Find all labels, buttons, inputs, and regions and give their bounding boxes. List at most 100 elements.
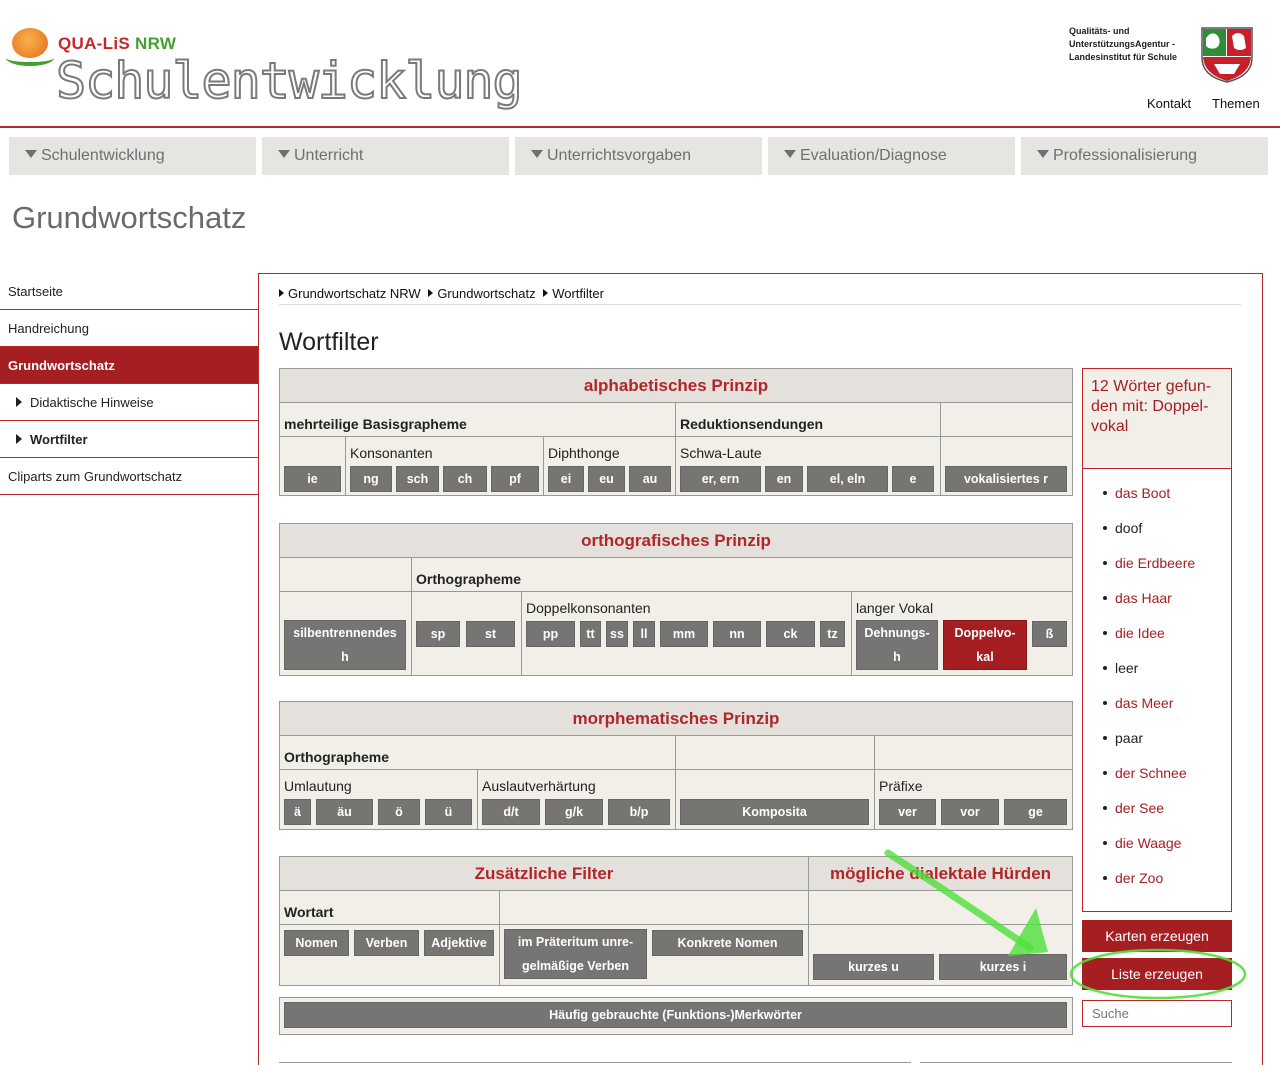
filter-button-nomen[interactable]: Nomen (284, 930, 349, 956)
filter-button-oe[interactable]: ö (378, 799, 420, 825)
filter-button-au[interactable]: au (629, 466, 671, 492)
chevron-down-icon (278, 150, 290, 158)
sidebar-item-wortfilter[interactable]: Wortfilter (0, 421, 258, 458)
sidebar-item-startseite[interactable]: Startseite (0, 273, 258, 310)
filter-button-el-eln[interactable]: el, eln (807, 466, 888, 492)
filter-button-tz[interactable]: tz (820, 621, 845, 647)
bullet-icon (1103, 666, 1107, 670)
bullet-icon (1103, 736, 1107, 740)
filter-button-adjektive[interactable]: Adjektive (424, 930, 494, 956)
wortart-heading: Wortart (284, 904, 334, 920)
result-word-link[interactable]: die Idee (1103, 625, 1165, 641)
filter-button-vor[interactable]: vor (941, 799, 999, 825)
filter-button-ck[interactable]: ck (766, 621, 815, 647)
filter-button-sp[interactable]: sp (416, 621, 460, 647)
filter-button-mm[interactable]: mm (660, 621, 708, 647)
filter-button-komposita[interactable]: Komposita (680, 799, 869, 825)
logo-swoosh-icon (6, 50, 54, 66)
karten-erzeugen-button[interactable]: Karten erzeugen (1082, 920, 1232, 952)
result-word: paar (1103, 730, 1143, 746)
result-count: 12 Wörter gefun-den mit: Doppel-vokal (1083, 369, 1231, 469)
menu-evaluation-diagnose[interactable]: Evaluation/Diagnose (768, 137, 1015, 175)
filter-button-kurzes-i[interactable]: kurzes i (939, 954, 1067, 980)
filter-button-dehnungs-h[interactable]: Dehnungs-h (856, 620, 938, 670)
filter-button-konkrete-nomen[interactable]: Konkrete Nomen (652, 930, 803, 956)
menu-unterrichtsvorgaben[interactable]: Unterrichtsvorgaben (515, 137, 762, 175)
filter-button-tt[interactable]: tt (580, 621, 601, 647)
filter-button-vokalisiertes-r[interactable]: vokalisiertes r (945, 466, 1067, 492)
filter-button-ge[interactable]: ge (1004, 799, 1067, 825)
filter-button-merkwoerter[interactable]: Häufig gebrauchte (Funktions-)Merkwörter (284, 1002, 1067, 1028)
filter-button-ss[interactable]: ss (606, 621, 628, 647)
chevron-right-icon (16, 434, 22, 444)
result-word: doof (1103, 520, 1142, 536)
result-word-link[interactable]: das Haar (1103, 590, 1172, 606)
filter-button-ie[interactable]: ie (284, 466, 341, 492)
filter-button-en[interactable]: en (765, 466, 803, 492)
filter-button-d-t[interactable]: d/t (482, 799, 540, 825)
liste-erzeugen-button[interactable]: Liste erzeugen (1082, 958, 1232, 990)
filter-button-ue[interactable]: ü (425, 799, 472, 825)
menu-unterricht[interactable]: Unterricht (262, 137, 509, 175)
bullet-icon (1103, 561, 1107, 565)
breadcrumb-link[interactable]: Grundwortschatz NRW (288, 286, 421, 301)
result-word-link[interactable]: die Erdbeere (1103, 555, 1195, 571)
filter-button-ae[interactable]: ä (284, 799, 311, 825)
menu-professionalisierung[interactable]: Professionalisierung (1021, 137, 1268, 175)
filter-button-pf[interactable]: pf (491, 466, 539, 492)
sidebar-item-didaktische-hinweise[interactable]: Didaktische Hinweise (0, 384, 258, 421)
site-title[interactable]: Schulentwicklung (55, 51, 524, 111)
nav-themen-link[interactable]: Themen (1212, 96, 1260, 111)
filter-button-kurzes-u[interactable]: kurzes u (813, 954, 934, 980)
sidebar-item-cliparts[interactable]: Cliparts zum Grundwortschatz (0, 458, 258, 495)
filter-button-verben[interactable]: Verben (354, 930, 419, 956)
breadcrumb-link[interactable]: Grundwortschatz (437, 286, 535, 301)
filter-button-st[interactable]: st (466, 621, 515, 647)
filter-button-b-p[interactable]: b/p (608, 799, 670, 825)
filter-button-doppelvokal[interactable]: Doppelvo-kal (943, 620, 1027, 670)
orthographeme-heading: Orthographeme (416, 571, 522, 587)
filter-button-sz[interactable]: ß (1032, 621, 1067, 647)
bullet-icon (1103, 771, 1107, 775)
filter-button-ng[interactable]: ng (350, 466, 392, 492)
breadcrumb-divider (279, 304, 1241, 305)
result-word-link[interactable]: die Waage (1103, 835, 1181, 851)
filter-button-g-k[interactable]: g/k (545, 799, 603, 825)
divider (345, 436, 346, 496)
filter-button-praeteritum[interactable]: im Präteritum unre-gelmäßige Verben (504, 929, 647, 979)
search-input[interactable] (1082, 1000, 1232, 1027)
filter-button-pp[interactable]: pp (526, 621, 575, 647)
filter-button-sch[interactable]: sch (396, 466, 439, 492)
filter-button-silbentrennendes-h[interactable]: silbentrennendes h (284, 620, 406, 670)
result-word-link[interactable]: der Zoo (1103, 870, 1163, 886)
alphabetisch-heading: alphabetisches Prinzip (279, 368, 1073, 403)
filter-button-ll[interactable]: ll (633, 621, 655, 647)
logo-text[interactable]: QUA-LiS NRW (58, 34, 176, 54)
chevron-down-icon (25, 150, 37, 158)
filter-button-e[interactable]: e (892, 466, 934, 492)
divider (808, 924, 1073, 925)
page-title: Grundwortschatz (12, 200, 247, 235)
filter-button-ch[interactable]: ch (443, 466, 487, 492)
konsonanten-label: Konsonanten (350, 445, 433, 461)
sidebar-item-handreichung[interactable]: Handreichung (0, 310, 258, 347)
filter-button-er-ern[interactable]: er, ern (680, 466, 761, 492)
agency-name: Qualitäts- und UnterstützungsAgentur - L… (1069, 26, 1178, 62)
filter-button-ver[interactable]: ver (879, 799, 936, 825)
result-word-link[interactable]: der Schnee (1103, 765, 1187, 781)
result-word-link[interactable]: das Boot (1103, 485, 1170, 501)
bullet-icon (1103, 491, 1107, 495)
filter-button-eu[interactable]: eu (588, 466, 625, 492)
result-word-link[interactable]: der See (1103, 800, 1164, 816)
divider (940, 403, 941, 496)
divider (477, 769, 478, 830)
filter-button-ei[interactable]: ei (548, 466, 584, 492)
sidebar-item-grundwortschatz[interactable]: Grundwortschatz (0, 347, 258, 384)
nav-kontakt-link[interactable]: Kontakt (1147, 96, 1191, 111)
result-word: leer (1103, 660, 1138, 676)
filter-button-aeu[interactable]: äu (316, 799, 373, 825)
morph-orthographeme-heading: Orthographeme (284, 749, 390, 765)
menu-schulentwicklung[interactable]: Schulentwicklung (9, 137, 256, 175)
filter-button-nn[interactable]: nn (713, 621, 761, 647)
result-word-link[interactable]: das Meer (1103, 695, 1173, 711)
